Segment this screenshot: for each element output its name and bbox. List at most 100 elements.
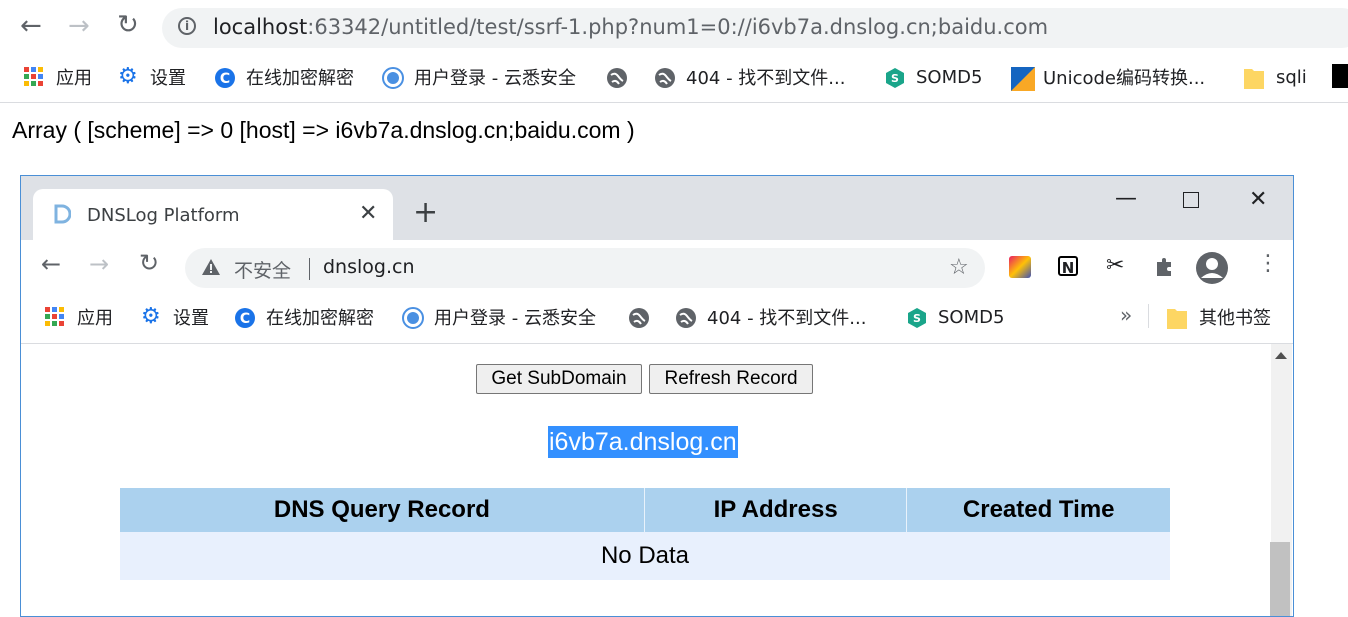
bookmark-other[interactable]: 其他书签: [1167, 304, 1271, 330]
bookmarks-divider: [1148, 304, 1149, 328]
unicode-icon: [1011, 67, 1035, 91]
bookmark-label: 设置: [150, 68, 186, 89]
scrollbar-thumb[interactable]: [1270, 542, 1290, 616]
svg-text:S: S: [891, 72, 899, 85]
close-window-icon[interactable]: ✕: [1249, 187, 1267, 212]
bookmark-label: 用户登录 - 云悉安全: [414, 68, 576, 89]
gear-icon: ⚙: [118, 64, 138, 89]
extension-avatar-icon[interactable]: [1009, 256, 1031, 278]
bookmark-yunxi[interactable]: 用户登录 - 云悉安全: [382, 64, 576, 90]
address-bar-url[interactable]: localhost:63342/untitled/test/ssrf-1.php…: [213, 15, 1048, 39]
svg-text:S: S: [913, 312, 921, 325]
address-bar-url[interactable]: dnslog.cn: [323, 256, 415, 278]
bookmark-somd5[interactable]: S SOMD5: [884, 64, 982, 90]
bookmark-overflow-icon[interactable]: [1332, 64, 1348, 88]
bookmark-label: SOMD5: [938, 306, 1005, 328]
php-output-text: Array ( [scheme] => 0 [host] => i6vb7a.d…: [12, 117, 635, 143]
bookmark-unicode[interactable]: Unicode编码转换...: [1011, 64, 1206, 91]
blue-c-icon: C: [214, 67, 235, 88]
inner-browser-window: DNSLog Platform ✕ + — ✕ ← → ↻ 不安全 dnslog…: [20, 175, 1294, 617]
notion-icon[interactable]: N: [1058, 256, 1078, 277]
column-created-time: Created Time: [906, 488, 1170, 532]
apps-grid-icon: [45, 307, 65, 327]
tab-dnslog[interactable]: DNSLog Platform ✕: [33, 189, 393, 240]
bookmark-label: 404 - 找不到文件...: [707, 308, 867, 329]
bookmark-label: Unicode编码转换...: [1043, 68, 1206, 89]
table-row: No Data: [120, 532, 1170, 580]
bookmark-encrypt[interactable]: C 在线加密解密: [214, 64, 354, 90]
star-icon[interactable]: ☆: [949, 255, 969, 280]
dns-record-table: DNS Query Record IP Address Created Time…: [120, 488, 1170, 580]
url-separator: [309, 258, 310, 280]
table-header-row: DNS Query Record IP Address Created Time: [120, 488, 1170, 532]
refresh-record-button[interactable]: Refresh Record: [649, 364, 813, 394]
tab-title: DNSLog Platform: [87, 205, 240, 226]
folder-icon: [1167, 307, 1187, 329]
get-subdomain-button[interactable]: Get SubDomain: [476, 364, 642, 394]
bookmark-label: SOMD5: [916, 66, 983, 88]
bookmark-label: 在线加密解密: [266, 308, 374, 329]
dnslog-favicon-icon: [53, 204, 72, 224]
folder-icon: [1244, 67, 1264, 89]
back-icon[interactable]: ←: [20, 13, 42, 39]
globe-icon: [606, 67, 627, 88]
bookmark-label: 应用: [56, 68, 92, 89]
bookmark-404[interactable]: 404 - 找不到文件...: [654, 64, 845, 90]
globe-icon: [628, 307, 649, 328]
url-host: localhost: [213, 15, 308, 39]
back-icon[interactable]: ←: [41, 252, 61, 276]
bookmark-encrypt[interactable]: C 在线加密解密: [234, 304, 374, 330]
address-bar[interactable]: [185, 248, 985, 288]
url-path: :63342/untitled/test/ssrf-1.php?num1=0:/…: [307, 15, 1049, 39]
yunxi-icon: [382, 67, 404, 89]
bookmark-404[interactable]: 404 - 找不到文件...: [675, 304, 866, 330]
bookmark-yunxi[interactable]: 用户登录 - 云悉安全: [402, 304, 596, 330]
no-data-cell: No Data: [120, 532, 1170, 580]
bookmark-somd5[interactable]: S SOMD5: [906, 304, 1004, 330]
column-ip-address: IP Address: [644, 488, 908, 532]
globe-icon: [654, 67, 675, 88]
menu-dots-icon[interactable]: ⋮: [1257, 253, 1279, 275]
bookmark-globe[interactable]: [628, 304, 660, 330]
reload-icon[interactable]: ↻: [117, 12, 139, 38]
gear-icon: ⚙: [141, 304, 161, 329]
forward-icon[interactable]: →: [68, 13, 90, 39]
forward-icon[interactable]: →: [89, 252, 109, 276]
maximize-icon[interactable]: [1183, 192, 1199, 208]
bookmark-settings[interactable]: ⚙ 设置: [141, 304, 209, 330]
more-bookmarks-icon[interactable]: »: [1120, 303, 1132, 327]
reload-icon[interactable]: ↻: [139, 251, 159, 275]
close-tab-icon[interactable]: ✕: [359, 201, 377, 226]
svg-text:C: C: [220, 71, 230, 87]
not-secure-label[interactable]: 不安全: [234, 256, 291, 283]
bookmark-sqli[interactable]: sqli: [1244, 64, 1307, 90]
profile-avatar-icon[interactable]: [1195, 251, 1229, 289]
bookmark-apps[interactable]: 应用: [45, 304, 113, 330]
bookmark-label: 设置: [173, 308, 209, 329]
apps-grid-icon: [24, 67, 44, 87]
blue-c-icon: C: [234, 307, 255, 328]
bookmark-label: 其他书签: [1199, 308, 1271, 329]
toolbar-divider: [0, 102, 1348, 103]
somd5-icon: S: [906, 307, 926, 328]
yunxi-icon: [402, 307, 424, 329]
warning-icon[interactable]: [201, 258, 221, 280]
bookmark-label: 在线加密解密: [246, 68, 354, 89]
new-tab-icon[interactable]: +: [413, 198, 438, 228]
info-icon[interactable]: i: [178, 17, 196, 35]
bookmark-apps[interactable]: 应用: [24, 64, 92, 90]
bookmark-settings[interactable]: ⚙ 设置: [118, 64, 186, 90]
bookmark-label: 应用: [77, 308, 113, 329]
globe-icon: [675, 307, 696, 328]
scroll-up-arrow-icon[interactable]: [1275, 352, 1287, 359]
bookmark-globe[interactable]: [606, 64, 638, 90]
column-dns-query-record: DNS Query Record: [120, 488, 645, 532]
toolbar-divider: [21, 343, 1293, 344]
scissors-icon[interactable]: ✂: [1106, 253, 1124, 278]
subdomain-text[interactable]: i6vb7a.dnslog.cn: [548, 426, 738, 458]
bookmark-label: 用户登录 - 云悉安全: [434, 308, 596, 329]
extensions-puzzle-icon[interactable]: [1153, 256, 1175, 282]
minimize-icon[interactable]: —: [1115, 186, 1137, 211]
svg-text:C: C: [240, 311, 250, 327]
bookmark-label: 404 - 找不到文件...: [686, 68, 846, 89]
